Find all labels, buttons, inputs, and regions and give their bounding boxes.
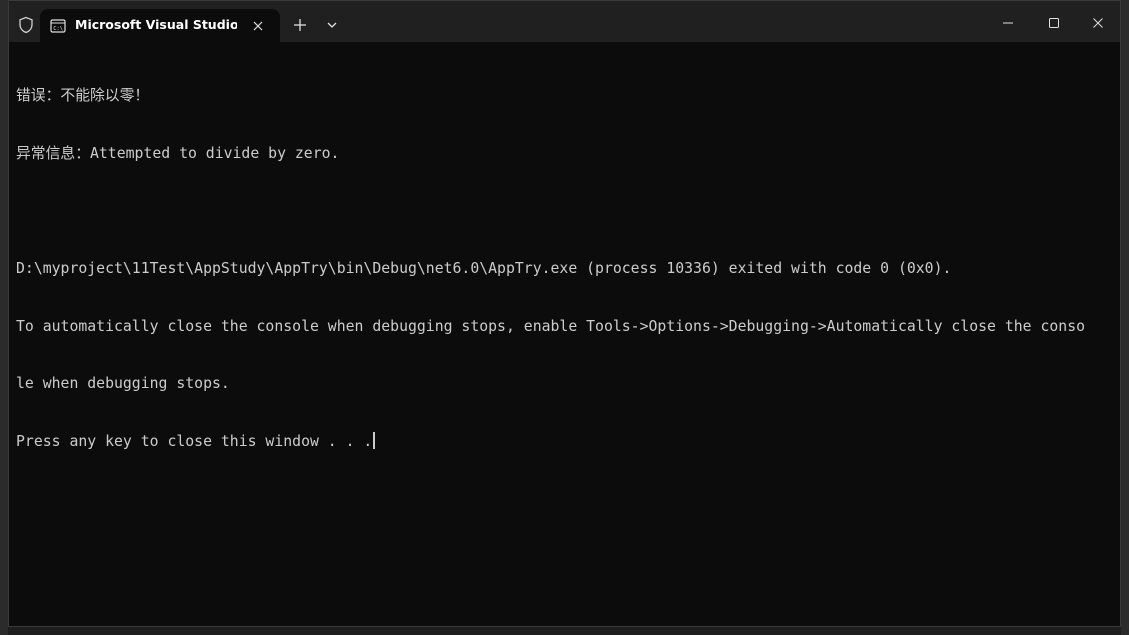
console-line: 异常信息：Attempted to divide by zero. [16,145,340,162]
minimize-icon [1003,22,1013,24]
chevron-down-icon[interactable] [321,14,343,36]
background-edge-right [1121,0,1129,635]
title-bar: C:\ Microsoft Visual Studio Debug [9,1,1120,42]
close-icon [1093,18,1103,28]
console-line: To automatically close the console when … [16,317,1086,335]
maximize-button[interactable] [1031,9,1077,37]
terminal-window: C:\ Microsoft Visual Studio Debug [8,0,1121,627]
tab-debug-console[interactable]: C:\ Microsoft Visual Studio Debug [40,9,280,42]
console-prompt-line: Press any key to close this window . . . [16,431,1120,451]
close-window-button[interactable] [1075,9,1121,37]
console-line: 错误：不能除以零！ [16,87,150,105]
console-output[interactable]: 错误：不能除以零！ 异常信息：Attempted to divide by ze… [16,48,1120,490]
minimize-button[interactable] [985,9,1031,37]
console-icon: C:\ [50,18,66,34]
maximize-icon [1049,18,1059,28]
text-cursor [373,431,376,449]
console-line: D:\myproject\11Test\AppStudy\AppTry\bin\… [16,260,952,278]
shield-icon[interactable] [17,16,35,34]
background-edge-left [0,0,8,635]
tab-title: Microsoft Visual Studio Debug [75,17,237,32]
console-line: Press any key to close this window . . . [16,432,373,450]
console-line: le when debugging stops. [16,375,230,393]
close-icon[interactable] [249,17,267,35]
plus-icon[interactable] [289,14,311,36]
svg-text:C:\: C:\ [53,26,63,32]
